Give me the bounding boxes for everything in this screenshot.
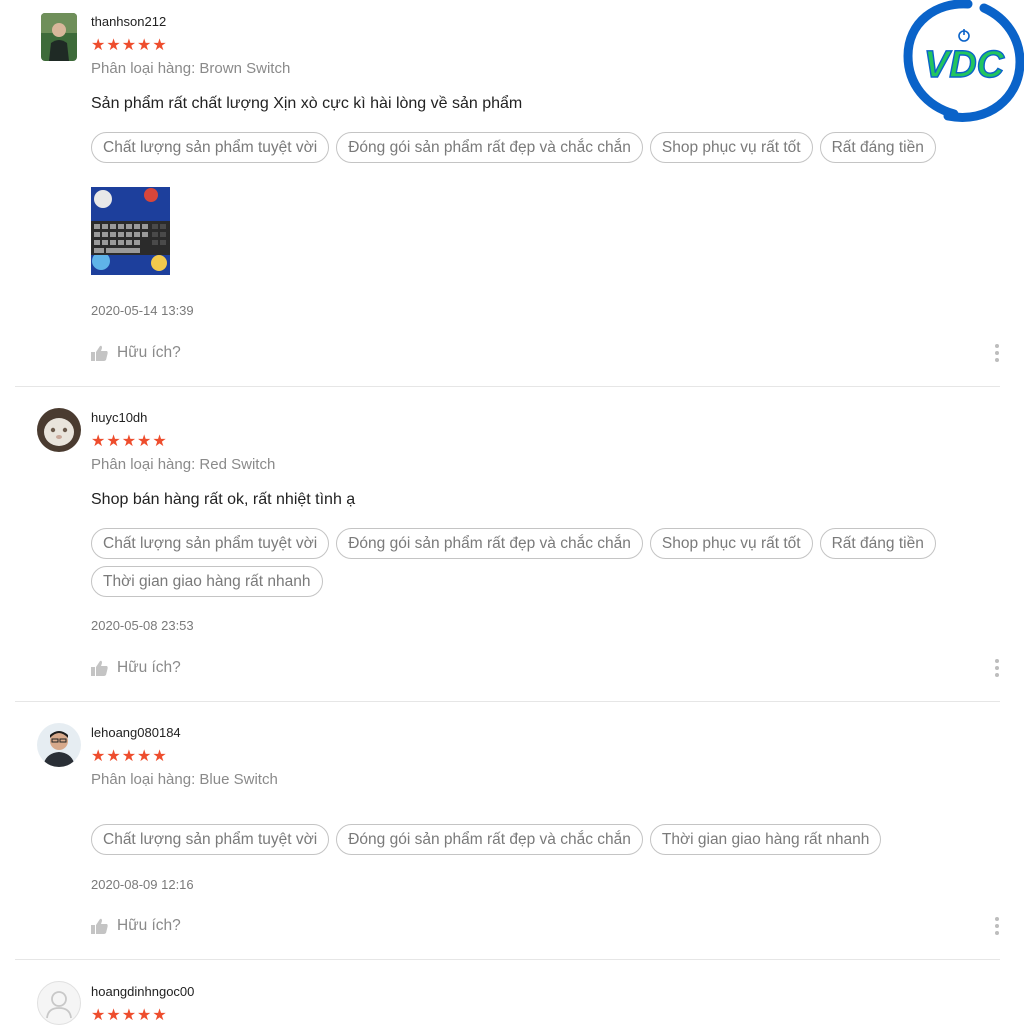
rating-stars: ★★★★★ [91, 37, 168, 54]
rating-stars: ★★★★★ [91, 748, 168, 765]
review-timestamp: 2020-05-08 23:53 [91, 618, 194, 633]
review-username[interactable]: lehoang080184 [91, 725, 181, 740]
user-avatar[interactable] [37, 723, 81, 767]
helpful-label: Hữu ích? [117, 659, 181, 676]
review-divider [15, 701, 1000, 702]
rating-stars: ★★★★★ [91, 433, 168, 450]
vdc-logo-text: VDC [924, 44, 1005, 86]
helpful-button[interactable]: Hữu ích? [91, 916, 181, 936]
review-comment: Sản phẩm rất chất lượng Xịn xò cực kì hà… [91, 95, 523, 112]
review-tags: Chất lượng sản phẩm tuyệt vời Đóng gói sả… [91, 528, 971, 604]
review-variation: Phân loại hàng: Blue Switch [91, 771, 278, 788]
user-avatar[interactable] [37, 408, 81, 452]
vdc-logo: VDC [903, 0, 1024, 122]
review-tag: Thời gian giao hàng rất nhanh [649, 824, 882, 855]
review-variation: Phân loại hàng: Red Switch [91, 456, 276, 473]
review-variation: Phân loại hàng: Brown Switch [91, 60, 291, 77]
review-tag: Rất đáng tiền [819, 132, 936, 163]
more-options-icon[interactable] [994, 659, 1000, 679]
review-tag: Đóng gói sản phẩm rất đẹp và chắc chắn [336, 132, 643, 163]
review-photo-thumbnail[interactable] [91, 187, 170, 275]
review-tag: Rất đáng tiền [819, 528, 936, 559]
user-avatar[interactable] [37, 981, 81, 1025]
review-tag: Đóng gói sản phẩm rất đẹp và chắc chắn [336, 824, 643, 855]
review-comment: Shop bán hàng rất ok, rất nhiệt tình ạ [91, 491, 356, 508]
more-options-icon[interactable] [994, 344, 1000, 364]
review-tags: Chất lượng sản phẩm tuyệt vời Đóng gói sả… [91, 132, 971, 170]
helpful-label: Hữu ích? [117, 917, 181, 934]
review-username[interactable]: huyc10dh [91, 410, 147, 425]
review-tag: Shop phục vụ rất tốt [649, 528, 813, 559]
review-tag: Đóng gói sản phẩm rất đẹp và chắc chắn [336, 528, 643, 559]
thumbs-up-icon [91, 345, 108, 361]
review-timestamp: 2020-05-14 13:39 [91, 303, 194, 318]
review-timestamp: 2020-08-09 12:16 [91, 877, 194, 892]
review-tag: Chất lượng sản phẩm tuyệt vời [91, 824, 330, 855]
helpful-label: Hữu ích? [117, 344, 181, 361]
helpful-button[interactable]: Hữu ích? [91, 343, 181, 363]
rating-stars: ★★★★★ [91, 1007, 168, 1024]
helpful-button[interactable]: Hữu ích? [91, 658, 181, 678]
review-tag: Shop phục vụ rất tốt [649, 132, 813, 163]
user-icon [46, 991, 72, 1019]
review-username[interactable]: thanhson212 [91, 14, 166, 29]
review-tag: Chất lượng sản phẩm tuyệt vời [91, 528, 330, 559]
more-options-icon[interactable] [994, 917, 1000, 937]
review-divider [15, 959, 1000, 960]
thumbs-up-icon [91, 918, 108, 934]
user-avatar[interactable] [41, 13, 77, 61]
thumbs-up-icon [91, 660, 108, 676]
review-divider [15, 386, 1000, 387]
review-tag: Thời gian giao hàng rất nhanh [91, 566, 323, 597]
review-tag: Chất lượng sản phẩm tuyệt vời [91, 132, 330, 163]
review-tags: Chất lượng sản phẩm tuyệt vời Đóng gói sả… [91, 824, 971, 862]
review-username[interactable]: hoangdinhngoc00 [91, 984, 194, 999]
